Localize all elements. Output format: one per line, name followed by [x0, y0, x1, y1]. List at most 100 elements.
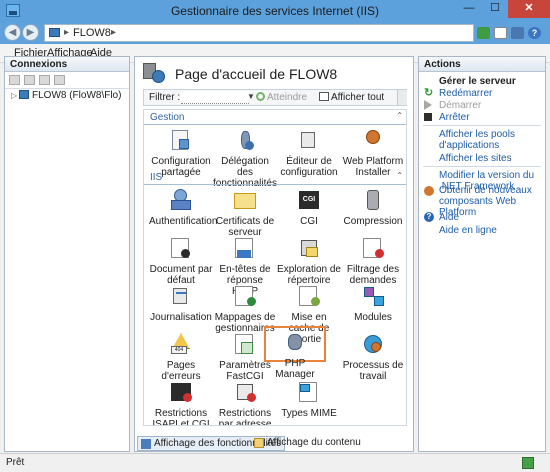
feature-worker-processes[interactable]: Processus de travail [341, 332, 405, 382]
go-button[interactable]: Atteindre [256, 92, 307, 103]
features-view-icon [141, 439, 151, 449]
status-text: Prêt [6, 457, 25, 468]
help-icon[interactable]: ? [528, 27, 541, 39]
breadcrumb-flow8[interactable]: FLOW8 [73, 27, 111, 39]
action-online-help[interactable]: Aide en ligne [439, 225, 543, 236]
page-title: Page d'accueil de FLOW8 [175, 66, 338, 82]
tree-node-label: FLOW8 (FloW8\Flo) [32, 90, 122, 101]
close-button[interactable]: ✕ [508, 0, 550, 18]
view-icon[interactable] [511, 27, 524, 39]
server-certificates-icon [233, 188, 257, 212]
authentication-icon [169, 188, 193, 212]
go-icon [256, 92, 265, 101]
maximize-button[interactable]: ☐ [482, 0, 508, 18]
server-icon [19, 90, 29, 99]
forward-button[interactable]: ▶ [22, 24, 39, 41]
feature-logging[interactable]: Journalisation [149, 284, 213, 323]
request-filtering-icon [361, 236, 385, 260]
action-view-sites[interactable]: Afficher les sites [439, 153, 543, 164]
feature-default-document[interactable]: Document par défaut [149, 236, 213, 286]
worker-processes-icon [361, 332, 385, 356]
action-stop[interactable]: Arrêter [439, 112, 543, 123]
feature-authentication[interactable]: Authentification [149, 188, 217, 227]
feature-ip-restrictions[interactable]: Restrictions par adresse IP et ... [213, 380, 277, 425]
start-icon [424, 100, 432, 110]
expand-icon[interactable]: ▷ [11, 91, 19, 100]
tab-content-view[interactable]: Affichage du contenu [251, 436, 364, 451]
feature-mime-types[interactable]: Types MIME [277, 380, 341, 419]
modules-icon [361, 284, 385, 308]
cgi-icon: CGI [297, 188, 321, 212]
divider [423, 166, 541, 167]
feature-config-editor[interactable]: Éditeur de configuration [277, 128, 341, 178]
title-bar: Gestionnaire des services Internet (IIS)… [0, 0, 550, 22]
shared-config-icon [169, 128, 193, 152]
back-button[interactable]: ◀ [4, 24, 21, 41]
home-page-panel: Page d'accueil de FLOW8 Filtrer : ▼ Atte… [134, 56, 414, 452]
address-bar: ◀ ▶ ▸ FLOW8 ▸ ? [0, 22, 550, 44]
error-pages-icon: 404 [169, 332, 193, 356]
default-document-icon [169, 236, 193, 260]
web-platform-icon [424, 186, 434, 196]
php-manager-icon [283, 332, 307, 356]
connections-header: Connexions [5, 57, 129, 72]
http-response-headers-icon [233, 236, 257, 260]
fastcgi-settings-icon [233, 332, 257, 356]
breadcrumb-separator-2: ▸ [111, 27, 117, 38]
connect-tool-icon[interactable] [9, 75, 20, 85]
show-all-icon [319, 92, 329, 101]
collapse-icon[interactable]: ⌃ [396, 111, 403, 120]
output-caching-icon [297, 284, 321, 308]
compression-icon [361, 188, 385, 212]
content-view-icon [254, 438, 264, 448]
features-list: Gestion ⌃ Configuration partagée Délégat… [143, 109, 407, 426]
config-editor-icon [297, 128, 321, 152]
view-tabs: Affichage des fonctionnalités Affichage … [135, 434, 413, 452]
minimize-button[interactable]: — [456, 0, 482, 18]
feature-delegation-icon [233, 128, 257, 152]
feature-error-pages[interactable]: 404 Pages d'erreurs [149, 332, 213, 382]
feature-server-certificates[interactable]: Certificats de serveur [213, 188, 277, 238]
actions-header: Actions [419, 57, 545, 72]
page-icon[interactable] [494, 27, 507, 39]
filter-input[interactable] [181, 91, 249, 104]
divider [423, 125, 541, 126]
collapse-icon[interactable]: ⌃ [396, 171, 403, 180]
isapi-cgi-restrictions-icon [169, 380, 193, 404]
connect-icon[interactable] [477, 27, 490, 39]
refresh-tool-icon[interactable] [39, 75, 50, 85]
feature-request-filtering[interactable]: Filtrage des demandes [341, 236, 405, 286]
logging-icon [169, 284, 193, 308]
feature-isapi-cgi-restrictions[interactable]: Restrictions ISAPI et CGI [149, 380, 213, 425]
show-all-button[interactable]: Afficher tout [319, 92, 384, 103]
handler-mappings-icon [233, 284, 257, 308]
stop-icon [424, 113, 432, 121]
restart-icon: ↻ [424, 87, 434, 99]
action-view-app-pools[interactable]: Afficher les pools d'applications [439, 129, 543, 151]
actions-panel: Actions Gérer le serveur ↻ Redémarrer Dé… [418, 56, 546, 452]
tree-node-server[interactable]: ▷ FLOW8 (FloW8\Flo) [11, 90, 121, 101]
manage-server-heading: Gérer le serveur [439, 76, 516, 87]
ip-restrictions-icon [233, 380, 257, 404]
feature-cgi[interactable]: CGI CGI [277, 188, 341, 227]
connections-toolbar [5, 72, 129, 89]
mime-types-icon [297, 380, 321, 404]
feature-directory-browsing[interactable]: Exploration de répertoire [277, 236, 341, 286]
feature-shared-configuration[interactable]: Configuration partagée [149, 128, 213, 178]
action-restart[interactable]: Redémarrer [439, 88, 543, 99]
connection-status-icon [522, 457, 534, 469]
connections-panel: Connexions ▷ FLOW8 (FloW8\Flo) [4, 56, 130, 452]
group-header-iis[interactable]: IIS ⌃ [144, 171, 406, 185]
feature-php-manager[interactable]: PHP Manager [264, 326, 326, 380]
group-header-gestion[interactable]: Gestion ⌃ [144, 111, 406, 125]
filter-dropdown-icon[interactable]: ▼ [247, 92, 255, 101]
feature-modules[interactable]: Modules [341, 284, 405, 323]
address-field[interactable]: ▸ FLOW8 ▸ [44, 24, 474, 42]
save-tool-icon[interactable] [24, 75, 35, 85]
filter-label: Filtrer : [149, 92, 181, 103]
action-help[interactable]: Aide [439, 212, 543, 223]
filter-scroll[interactable] [397, 90, 407, 105]
feature-compression[interactable]: Compression [341, 188, 405, 227]
iis-manager-window: Gestionnaire des services Internet (IIS)… [0, 0, 550, 472]
disconnect-tool-icon[interactable] [54, 75, 65, 85]
